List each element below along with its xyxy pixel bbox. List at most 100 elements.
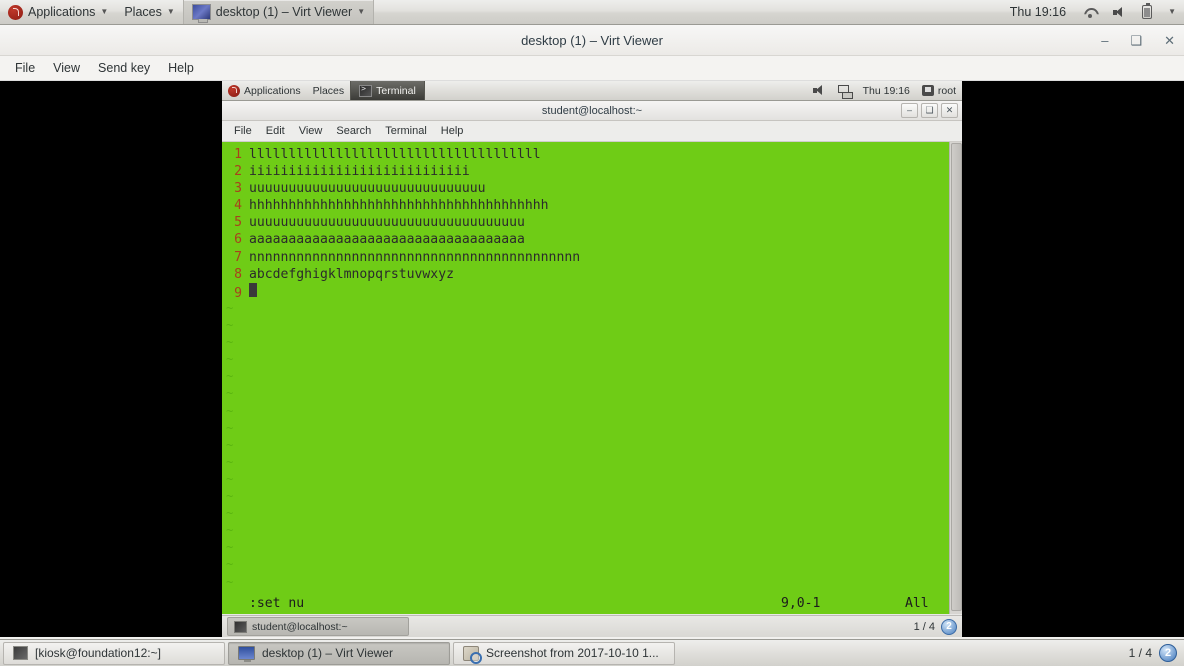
host-top-panel: Applications ▼ Places ▼ desktop (1) – Vi… <box>0 0 1184 25</box>
guest-taskbar-item-terminal[interactable]: Terminal <box>350 81 425 100</box>
user-icon <box>921 85 934 96</box>
guest-desktop[interactable]: Applications Places Terminal Thu 19:16 <box>222 81 962 637</box>
host-window-menu-label: desktop (1) – Virt Viewer <box>215 5 353 19</box>
vim-editor-area[interactable]: ~ ~ ~ ~ ~ ~ ~ ~ ~ ~ ~ ~ ~ ~ ~ ~ ~ 1 llllllllllllllllllll… <box>222 142 962 614</box>
vim-line: 1 lllllllllllllllllllllllllllllllllllll <box>222 146 962 163</box>
vim-line-text: uuuuuuuuuuuuuuuuuuuuuuuuuuuuuuuuuuu <box>249 215 525 231</box>
vim-tilde-marker: ~ <box>226 557 234 572</box>
minimize-button[interactable]: ‒ <box>1101 34 1108 47</box>
virt-viewer-window: desktop (1) – Virt Viewer ‒ ❑ ✕ File Vie… <box>0 25 1184 639</box>
taskbar-item-virt-viewer[interactable]: desktop (1) – Virt Viewer <box>228 641 450 665</box>
virt-viewer-title: desktop (1) – Virt Viewer <box>521 32 663 48</box>
vim-line-number: 8 <box>234 266 242 282</box>
host-window-menu-virt-viewer[interactable]: desktop (1) – Virt Viewer ▼ <box>182 0 375 24</box>
virt-viewer-window-controls: ‒ ❑ ✕ <box>1101 25 1175 56</box>
guest-terminal-titlebar[interactable]: student@localhost:~ ‒ ❑ ✕ <box>222 101 962 121</box>
host-clock[interactable]: Thu 19:16 <box>1001 5 1075 19</box>
guest-terminal-menubar: File Edit View Search Terminal Help <box>222 121 962 142</box>
wifi-icon[interactable] <box>1083 7 1097 18</box>
host-workspace-badge[interactable]: 2 <box>1159 644 1177 662</box>
terminal-menu-terminal[interactable]: Terminal <box>379 123 433 139</box>
volume-icon[interactable] <box>812 85 826 96</box>
host-status-icons[interactable] <box>1075 0 1105 24</box>
vim-tilde-marker: ~ <box>226 540 234 555</box>
vim-tilde-marker: ~ <box>226 574 234 589</box>
maximize-button[interactable]: ❑ <box>921 103 938 118</box>
virt-viewer-display-area[interactable]: Applications Places Terminal Thu 19:16 <box>0 81 1184 637</box>
chevron-down-icon: ▼ <box>100 7 109 16</box>
guest-clock-label: Thu 19:16 <box>862 84 910 97</box>
applications-menu[interactable]: Applications ▼ <box>0 0 116 24</box>
host-system-menu[interactable]: ▼ <box>1160 0 1184 24</box>
guest-terminal-title: student@localhost:~ <box>541 104 643 117</box>
terminal-scrollbar-thumb[interactable] <box>951 143 962 611</box>
terminal-icon <box>234 620 247 633</box>
maximize-button[interactable]: ❑ <box>1130 34 1142 47</box>
battery-icon[interactable] <box>1142 2 1153 19</box>
network-icon[interactable] <box>837 84 853 99</box>
taskbar-item-screenshot[interactable]: Screenshot from 2017-10-10 1... <box>453 641 675 665</box>
vim-line-text: iiiiiiiiiiiiiiiiiiiiiiiiiiii <box>249 164 470 180</box>
terminal-menu-help[interactable]: Help <box>435 123 470 139</box>
guest-user-label: root <box>937 84 956 97</box>
terminal-menu-search[interactable]: Search <box>330 123 377 139</box>
guest-applications-menu[interactable]: Applications <box>222 81 307 100</box>
guest-places-label: Places <box>312 84 345 97</box>
vim-line-current: 9 <box>222 282 962 301</box>
guest-user-menu[interactable]: root <box>916 81 962 100</box>
vim-tilde-marker: ~ <box>226 335 234 350</box>
vim-status-line: :set nu 9,0-1 All <box>222 594 962 614</box>
chevron-down-icon: ▼ <box>1168 7 1176 16</box>
close-button[interactable]: ✕ <box>941 103 958 118</box>
fedora-logo-icon <box>8 4 23 20</box>
vim-line: 3 uuuuuuuuuuuuuuuuuuuuuuuuuuuuuu <box>222 180 962 197</box>
menu-send-key[interactable]: Send key <box>91 58 157 78</box>
terminal-menu-file[interactable]: File <box>228 123 258 139</box>
terminal-scrollbar[interactable] <box>949 142 962 614</box>
minimize-button[interactable]: ‒ <box>901 103 918 118</box>
vim-line-number: 3 <box>234 181 242 197</box>
taskbar-item-kiosk-terminal[interactable]: [kiosk@foundation12:~] <box>3 641 225 665</box>
host-battery[interactable] <box>1134 0 1160 24</box>
guest-workspace-badge[interactable]: 2 <box>941 618 957 635</box>
vim-tilde-marker: ~ <box>226 420 234 435</box>
volume-icon[interactable] <box>1113 6 1126 18</box>
guest-taskbar-item-student-shell[interactable]: student@localhost:~ <box>227 617 409 636</box>
chevron-down-icon: ▼ <box>166 7 175 16</box>
taskbar-item-label: desktop (1) – Virt Viewer <box>262 646 393 660</box>
guest-clock[interactable]: Thu 19:16 <box>857 81 916 100</box>
close-button[interactable]: ✕ <box>1164 34 1175 47</box>
vim-line-text: nnnnnnnnnnnnnnnnnnnnnnnnnnnnnnnnnnnnnnnn… <box>249 249 581 265</box>
virt-viewer-titlebar[interactable]: desktop (1) – Virt Viewer ‒ ❑ ✕ <box>0 25 1184 56</box>
menu-file[interactable]: File <box>8 58 42 78</box>
vim-tilde-marker: ~ <box>226 352 234 367</box>
vim-tilde-marker: ~ <box>226 506 234 521</box>
terminal-menu-edit[interactable]: Edit <box>260 123 291 139</box>
vim-line: 2 iiiiiiiiiiiiiiiiiiiiiiiiiiii <box>222 163 962 180</box>
vim-tilde-marker: ~ <box>226 454 234 469</box>
virt-viewer-menubar: File View Send key Help <box>0 56 1184 81</box>
vim-line: 5 uuuuuuuuuuuuuuuuuuuuuuuuuuuuuuuuuuu <box>222 214 962 231</box>
guest-task-label: Terminal <box>376 84 416 97</box>
vim-tilde-marker: ~ <box>226 300 234 315</box>
vim-line-text: hhhhhhhhhhhhhhhhhhhhhhhhhhhhhhhhhhhhhh <box>249 198 549 214</box>
menu-view[interactable]: View <box>46 58 87 78</box>
vim-tilde-marker: ~ <box>226 403 234 418</box>
monitor-icon <box>238 646 255 662</box>
virt-viewer-icon <box>191 4 211 23</box>
vim-line: 8 abcdefghigklmnopqrstuvwxyz <box>222 266 962 283</box>
vim-tilde-marker: ~ <box>226 369 234 384</box>
vim-tilde-marker: ~ <box>226 489 234 503</box>
guest-network[interactable] <box>832 81 857 100</box>
vim-status-position: 9,0-1 <box>781 596 821 611</box>
places-menu[interactable]: Places ▼ <box>116 0 182 24</box>
guest-places-menu[interactable]: Places <box>307 81 351 100</box>
menu-help[interactable]: Help <box>161 58 201 78</box>
vim-line: 7 nnnnnnnnnnnnnnnnnnnnnnnnnnnnnnnnnnnnnn… <box>222 249 962 266</box>
vim-status-scroll: All <box>905 596 929 611</box>
vim-line: 6 aaaaaaaaaaaaaaaaaaaaaaaaaaaaaaaaaaa <box>222 231 962 248</box>
guest-volume[interactable] <box>807 81 832 100</box>
vim-line-number: 2 <box>234 164 242 180</box>
terminal-menu-view[interactable]: View <box>293 123 329 139</box>
host-volume[interactable] <box>1105 0 1134 24</box>
